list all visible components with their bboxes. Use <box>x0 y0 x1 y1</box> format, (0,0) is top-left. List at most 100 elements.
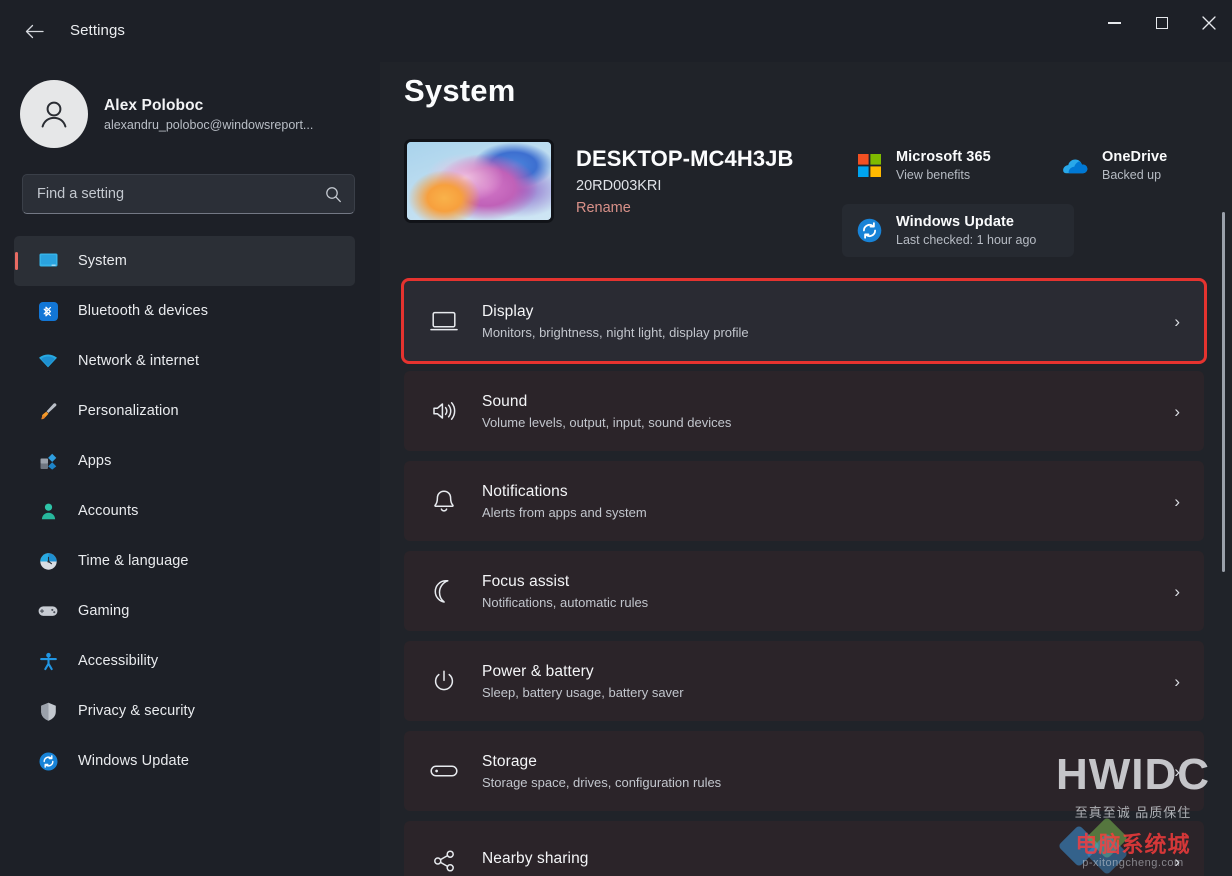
settings-row-power-battery[interactable]: Power & battery Sleep, battery usage, ba… <box>404 641 1204 721</box>
sidebar-item-label: Personalization <box>78 403 179 419</box>
update-icon <box>38 751 58 771</box>
top-cards: DESKTOP-MC4H3JB 20RD003KRI Rename Micros… <box>404 139 1232 257</box>
mini-card-title: Microsoft 365 <box>896 149 991 165</box>
settings-row-subtitle: Storage space, drives, configuration rul… <box>482 774 722 790</box>
windows-bloom-wallpaper-icon <box>407 142 551 220</box>
windows-update-text: Windows Update Last checked: 1 hour ago <box>896 214 1036 247</box>
close-button[interactable] <box>1185 0 1232 46</box>
microsoft-365-card[interactable]: Microsoft 365 View benefits <box>842 139 1048 192</box>
device-meta: DESKTOP-MC4H3JB 20RD003KRI Rename <box>576 146 793 216</box>
sidebar-item-apps[interactable]: Apps <box>14 436 355 486</box>
onedrive-text: OneDrive Backed up <box>1102 149 1167 182</box>
sidebar-item-privacy-security[interactable]: Privacy & security <box>14 686 355 736</box>
drive-icon <box>428 755 460 787</box>
rename-link[interactable]: Rename <box>576 200 793 216</box>
mini-card-subtitle: Backed up <box>1102 168 1162 182</box>
account-name: Alex Poloboc <box>104 96 204 114</box>
scrollbar-track[interactable] <box>1218 62 1230 876</box>
clock-icon <box>38 551 58 571</box>
person-avatar-icon <box>41 101 67 128</box>
sidebar-item-personalization[interactable]: Personalization <box>14 386 355 436</box>
chevron-right-icon: › <box>1174 401 1180 421</box>
main-content: System DESKTOP-MC4H3JB 20RD003KRI Rename <box>380 62 1232 876</box>
settings-row-text: Sound Volume levels, output, input, soun… <box>482 393 1174 430</box>
sidebar-item-accessibility[interactable]: Accessibility <box>14 636 355 686</box>
sidebar-item-windows-update[interactable]: Windows Update <box>14 736 355 786</box>
title-bar: Settings <box>0 0 1232 62</box>
maximize-icon <box>1155 17 1168 29</box>
sidebar-item-system[interactable]: System <box>14 236 355 286</box>
gamepad-icon <box>38 601 58 621</box>
search-box[interactable] <box>22 174 355 214</box>
chevron-right-icon: › <box>1174 581 1180 601</box>
device-card: DESKTOP-MC4H3JB 20RD003KRI Rename <box>404 139 824 223</box>
sidebar-item-label: System <box>78 253 127 269</box>
chevron-right-icon: › <box>1174 491 1180 511</box>
speaker-icon <box>428 395 460 427</box>
person-icon <box>38 501 58 521</box>
settings-row-sound[interactable]: Sound Volume levels, output, input, soun… <box>404 371 1204 451</box>
sidebar-item-accounts[interactable]: Accounts <box>14 486 355 536</box>
search-icon <box>325 186 342 203</box>
sidebar-item-label: Bluetooth & devices <box>78 303 209 319</box>
sidebar-item-label: Time & language <box>78 553 189 569</box>
settings-row-subtitle: Alerts from apps and system <box>482 504 647 520</box>
maximize-button[interactable] <box>1138 0 1185 46</box>
settings-window: Settings Alex Poloboc alexandru_poloboc@… <box>0 0 1232 876</box>
sidebar-item-bluetooth-devices[interactable]: Bluetooth & devices <box>14 286 355 336</box>
scrollbar-thumb[interactable] <box>1222 212 1225 572</box>
apps-icon <box>38 451 58 471</box>
mini-cards: Microsoft 365 View benefits OneDrive Bac… <box>842 139 1232 257</box>
windows-update-card[interactable]: Windows Update Last checked: 1 hour ago <box>842 204 1074 257</box>
chevron-right-icon: › <box>1174 311 1180 331</box>
sidebar-item-label: Network & internet <box>78 353 200 369</box>
sidebar-item-label: Gaming <box>78 603 130 619</box>
chevron-right-icon: › <box>1174 671 1180 691</box>
sidebar-item-time-language[interactable]: Time & language <box>14 536 355 586</box>
monitor-outline-icon <box>428 305 460 337</box>
settings-row-notifications[interactable]: Notifications Alerts from apps and syste… <box>404 461 1204 541</box>
settings-row-nearby-sharing[interactable]: Nearby sharing › <box>404 821 1204 876</box>
settings-row-subtitle: Volume levels, output, input, sound devi… <box>482 414 732 430</box>
settings-row-subtitle: Sleep, battery usage, battery saver <box>482 684 684 700</box>
window-controls <box>1091 0 1232 46</box>
power-icon <box>428 665 460 697</box>
settings-row-display[interactable]: Display Monitors, brightness, night ligh… <box>401 278 1207 364</box>
page-title: System <box>404 73 516 108</box>
mini-card-subtitle: View benefits <box>896 168 971 182</box>
onedrive-card[interactable]: OneDrive Backed up <box>1048 139 1218 192</box>
settings-row-focus-assist[interactable]: Focus assist Notifications, automatic ru… <box>404 551 1204 631</box>
sidebar-item-network-internet[interactable]: Network & internet <box>14 336 355 386</box>
minimize-button[interactable] <box>1091 0 1138 46</box>
device-thumbnail <box>404 139 554 223</box>
device-model: 20RD003KRI <box>576 178 662 194</box>
sidebar-item-label: Accounts <box>78 503 139 519</box>
sidebar-item-label: Windows Update <box>78 753 190 769</box>
settings-row-subtitle: Monitors, brightness, night light, displ… <box>482 324 749 340</box>
onedrive-cloud-icon <box>1062 153 1088 179</box>
account-text: Alex Poloboc alexandru_poloboc@windowsre… <box>104 97 313 132</box>
back-button[interactable] <box>16 14 52 48</box>
settings-row-subtitle: Notifications, automatic rules <box>482 594 649 610</box>
bell-icon <box>428 485 460 517</box>
moon-icon <box>428 575 460 607</box>
settings-row-text: Storage Storage space, drives, configura… <box>482 753 1174 790</box>
settings-row-title: Storage <box>482 752 537 770</box>
settings-row-text: Power & battery Sleep, battery usage, ba… <box>482 663 1174 700</box>
sidebar: Alex Poloboc alexandru_poloboc@windowsre… <box>0 62 380 876</box>
settings-row-title: Notifications <box>482 482 568 500</box>
close-icon <box>1201 16 1216 30</box>
accessibility-icon <box>38 651 58 671</box>
account-block[interactable]: Alex Poloboc alexandru_poloboc@windowsre… <box>0 70 380 162</box>
settings-row-text: Nearby sharing <box>482 850 1174 872</box>
sidebar-item-label: Privacy & security <box>78 703 196 719</box>
settings-row-text: Display Monitors, brightness, night ligh… <box>482 303 1174 340</box>
sidebar-item-gaming[interactable]: Gaming <box>14 586 355 636</box>
sidebar-item-label: Accessibility <box>78 653 159 669</box>
paintbrush-icon <box>38 401 58 421</box>
settings-row-storage[interactable]: Storage Storage space, drives, configura… <box>404 731 1204 811</box>
settings-row-title: Display <box>482 302 534 320</box>
microsoft-logo-icon <box>856 153 882 179</box>
search-input[interactable] <box>37 186 317 202</box>
window-body: Alex Poloboc alexandru_poloboc@windowsre… <box>0 62 1232 876</box>
